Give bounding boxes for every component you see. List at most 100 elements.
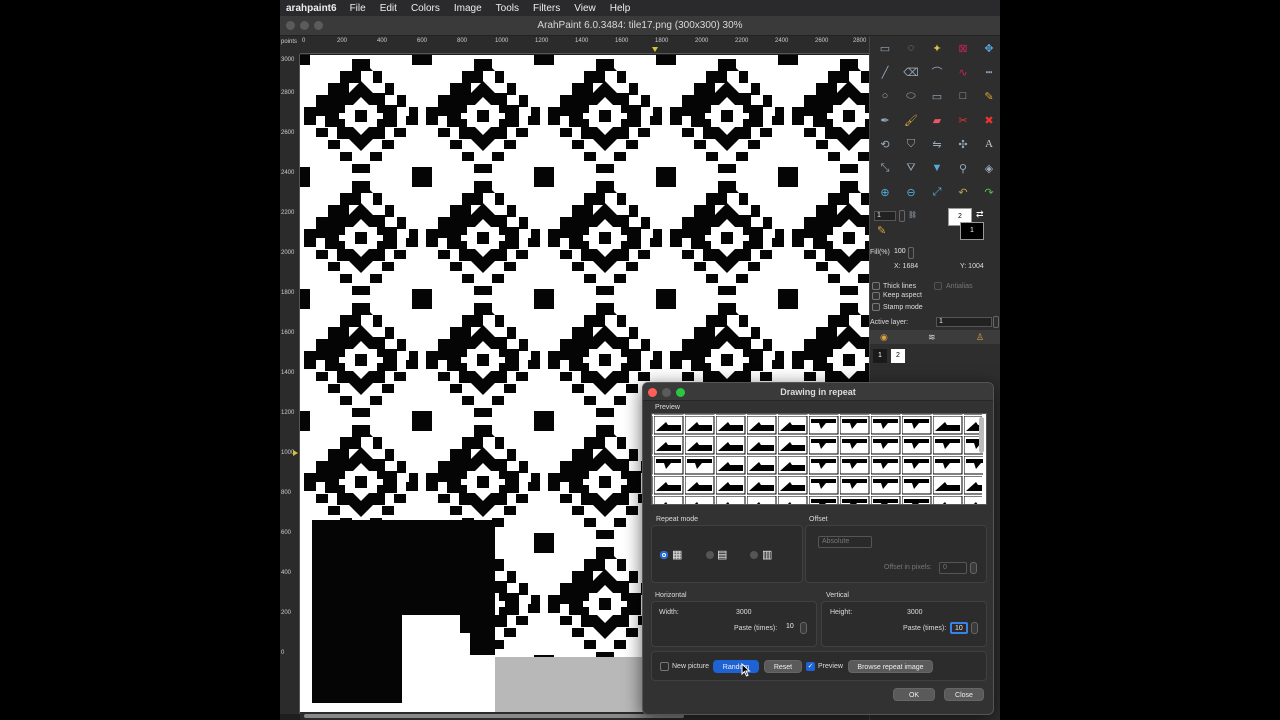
preview-checkbox-label: Preview (818, 663, 843, 670)
repeat-preview[interactable] (651, 413, 987, 505)
palette-icon[interactable]: ◉ (880, 332, 888, 343)
layers-icon[interactable]: ≋ (928, 332, 936, 343)
rotate-icon[interactable]: ⟲ (874, 134, 896, 154)
width-label: Width: (659, 609, 679, 616)
stamp-icon[interactable]: ⛉ (900, 134, 922, 154)
pink-eraser-icon[interactable]: ▰ (926, 110, 948, 130)
h-tick: 2400 (775, 38, 789, 44)
brush-size-field[interactable]: 1 (874, 211, 896, 221)
link-icon[interactable]: ⛓ (908, 211, 917, 219)
magic-wand-icon[interactable]: ✦ (926, 38, 948, 58)
thick-lines-checkbox[interactable] (872, 282, 880, 290)
swap-colors-icon[interactable]: ⇄ (976, 209, 984, 220)
app-name[interactable]: arahpaint6 (280, 3, 343, 14)
menu-file[interactable]: File (343, 3, 373, 14)
offset-stepper[interactable] (970, 562, 977, 574)
h-tick: 2000 (695, 38, 709, 44)
scissors-icon[interactable]: ✂ (952, 110, 974, 130)
undo-icon[interactable]: ↶ (952, 182, 974, 202)
repeat-mode-brick-radio[interactable] (706, 551, 714, 559)
new-picture-label: New picture (672, 663, 709, 670)
preview-section-label: Preview (655, 404, 680, 411)
offset-mode-select[interactable]: Absolute (818, 536, 872, 548)
dialog-minimize-dot[interactable] (662, 388, 671, 397)
layer-1[interactable]: 1 (873, 349, 887, 363)
mirror-icon[interactable]: ⇋ (926, 134, 948, 154)
rect-select-icon[interactable]: ▭ (874, 38, 896, 58)
person-icon[interactable]: ♙ (976, 332, 984, 343)
symmetry-icon[interactable]: ✣ (952, 134, 974, 154)
zoom-out-icon[interactable]: ⊖ (900, 182, 922, 202)
active-layer-stepper[interactable] (993, 316, 999, 328)
h-paste-field[interactable]: 10 (783, 622, 799, 634)
square-icon[interactable]: □ (952, 86, 974, 106)
ok-button[interactable]: OK (893, 688, 935, 701)
close-button[interactable]: Close (944, 688, 984, 701)
reset-button[interactable]: Reset (764, 660, 802, 673)
h-paste-stepper[interactable] (800, 622, 807, 634)
fill-icon[interactable]: ⛛ (900, 158, 922, 178)
eraser-icon[interactable]: ⌫ (900, 62, 922, 82)
move-icon[interactable]: ✥ (978, 38, 1000, 58)
pen-icon[interactable]: ✒ (874, 110, 896, 130)
menu-edit[interactable]: Edit (373, 3, 404, 14)
active-layer-field[interactable]: 1 (936, 317, 992, 327)
gradient-icon[interactable]: ▼ (926, 158, 948, 178)
ellipse-icon[interactable]: ⬭ (900, 86, 922, 106)
fill-field[interactable]: 100 (892, 248, 908, 258)
v-tick: 1400 (281, 370, 295, 376)
preview-scrollbar[interactable] (979, 417, 984, 453)
dashed-icon[interactable]: ┅ (978, 62, 1000, 82)
line-icon[interactable]: ╱ (874, 62, 896, 82)
preview-tiles (652, 414, 983, 504)
menu-tools[interactable]: Tools (489, 3, 526, 14)
stamp-mode-checkbox[interactable] (872, 303, 880, 311)
layer-2[interactable]: 2 (891, 349, 905, 363)
h-tick: 2800 (853, 38, 867, 44)
x-coordinate: X: 1684 (894, 263, 919, 270)
curve-icon[interactable]: ⌒ (926, 62, 948, 82)
menu-filters[interactable]: Filters (526, 3, 567, 14)
repeat-mode-grid-radio[interactable] (660, 551, 668, 559)
keep-aspect-checkbox[interactable] (872, 292, 880, 300)
fill-stepper[interactable] (908, 247, 914, 259)
menu-help[interactable]: Help (603, 3, 638, 14)
compass-icon[interactable]: ⚲ (952, 158, 974, 178)
new-picture-checkbox[interactable] (660, 662, 669, 671)
dialog-close-dot[interactable] (648, 388, 657, 397)
horizontal-label: Horizontal (655, 592, 687, 599)
lasso-icon[interactable]: ◌ (900, 38, 922, 58)
bezier-icon[interactable]: ∿ (952, 62, 974, 82)
browse-repeat-image-button[interactable]: Browse repeat image (848, 660, 933, 673)
menu-view[interactable]: View (567, 3, 603, 14)
background-color[interactable]: 1 (960, 222, 984, 240)
menu-image[interactable]: Image (447, 3, 489, 14)
repeat-mode-drop-radio[interactable] (750, 551, 758, 559)
offset-in-pixels-field[interactable]: 0 (939, 562, 967, 574)
v-tick: 1600 (281, 330, 295, 336)
scrollbar-thumb[interactable] (304, 714, 684, 718)
resize-icon[interactable]: ⤡ (874, 158, 896, 178)
offset-group: Absolute Offset in pixels: 0 (805, 525, 987, 583)
v-paste-field[interactable]: 10 (950, 622, 968, 634)
pencil-icon[interactable]: ✎ (978, 86, 1000, 106)
brush-size-stepper[interactable] (899, 210, 905, 222)
red-x-icon[interactable]: ✖ (978, 110, 1000, 130)
text-icon[interactable]: A (978, 134, 1000, 154)
redo-icon[interactable]: ↷ (978, 182, 1000, 202)
zoom-in-icon[interactable]: ⊕ (874, 182, 896, 202)
antialias-checkbox[interactable] (934, 282, 942, 290)
dialog-zoom-dot[interactable] (676, 388, 685, 397)
random-button[interactable]: Random (713, 660, 759, 673)
brush-icon[interactable]: 🖌 (900, 110, 922, 130)
bucket-icon[interactable]: ◈ (978, 158, 1000, 178)
horizontal-group: Width: 3000 Paste (times): 10 (651, 601, 817, 647)
crop-icon[interactable]: ⊠ (952, 38, 974, 58)
menu-colors[interactable]: Colors (404, 3, 447, 14)
preview-checkbox[interactable]: ✓ (806, 662, 815, 671)
fit-icon[interactable]: ⤢ (926, 182, 948, 202)
antialias-label: Antialias (946, 283, 973, 290)
rectangle-icon[interactable]: ▭ (926, 86, 948, 106)
v-paste-stepper[interactable] (971, 622, 978, 634)
circle-icon[interactable]: ○ (874, 86, 896, 106)
